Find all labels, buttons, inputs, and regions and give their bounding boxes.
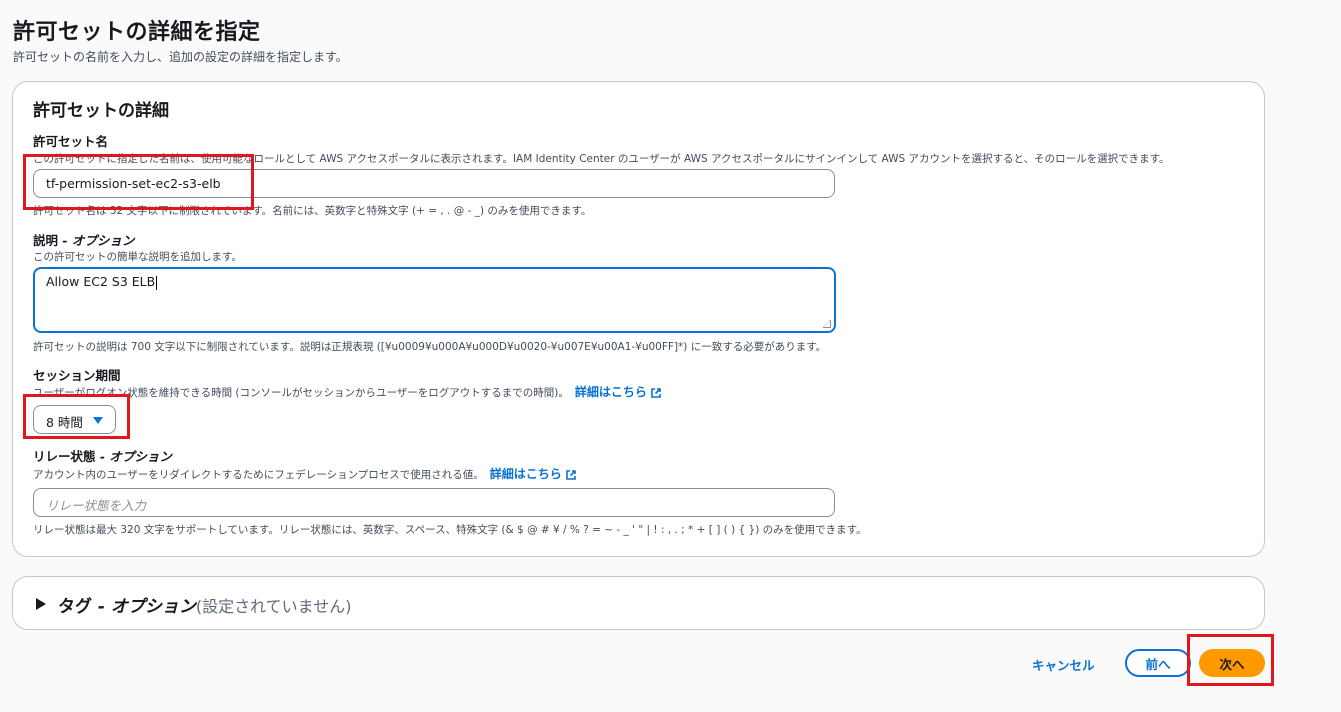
session-hint-row: ユーザーがログオン状態を維持できる時間 (コンソールがセッションからユーザーをロ… — [33, 383, 661, 400]
page-subtitle: 許可セットの名前を入力し、追加の設定の詳細を指定します。 — [13, 50, 348, 64]
relay-learn-more-link[interactable]: 詳細はこちら — [490, 467, 576, 481]
external-link-icon — [651, 387, 661, 398]
relay-label: リレー状態 - オプション — [33, 446, 172, 465]
permission-set-details-card: 許可セットの詳細 許可セット名 この許可セットに指定した名前は、使用可能なロール… — [12, 81, 1265, 557]
relay-constraint: リレー状態は最大 320 文字をサポートしています。リレー状態には、英数字、スペ… — [33, 524, 867, 536]
tags-section[interactable]: タグ - オプション(設定されていません) — [12, 576, 1265, 630]
relay-hint-row: アカウント内のユーザーをリダイレクトするためにフェデレーションプロセスで使用され… — [33, 465, 576, 482]
session-learn-more-text: 詳細はこちら — [574, 385, 647, 399]
caret-down-icon — [93, 417, 103, 424]
description-constraint: 許可セットの説明は 700 文字以下に制限されています。説明は正規表現 ([¥u… — [33, 341, 827, 353]
name-description: この許可セットに指定した名前は、使用可能なロールとして AWS アクセスポータル… — [33, 153, 1170, 165]
tags-status: (設定されていません) — [195, 597, 352, 616]
name-label: 許可セット名 — [33, 134, 109, 149]
page-title: 許可セットの詳細を指定 — [13, 20, 261, 45]
description-label: 説明 - オプション — [33, 230, 134, 249]
description-hint: この許可セットの簡単な説明を追加します。 — [33, 251, 242, 263]
relay-hint: アカウント内のユーザーをリダイレクトするためにフェデレーションプロセスで使用され… — [33, 469, 484, 481]
card-title: 許可セットの詳細 — [33, 101, 169, 121]
resize-handle-icon[interactable] — [823, 320, 831, 328]
tags-optional-label: - オプション — [92, 597, 196, 617]
description-textarea[interactable]: Allow EC2 S3 ELB — [33, 267, 836, 333]
permission-set-name-input[interactable]: tf-permission-set-ec2-s3-elb — [33, 169, 835, 198]
description-value: Allow EC2 S3 ELB — [46, 274, 156, 289]
session-duration-value: 8 時間 — [46, 415, 83, 430]
next-button[interactable]: 次へ — [1199, 649, 1265, 677]
tags-title: タグ — [58, 597, 92, 617]
relay-learn-more-text: 詳細はこちら — [489, 467, 562, 481]
description-label-text: 説明 — [33, 233, 59, 248]
previous-button[interactable]: 前へ — [1125, 649, 1191, 677]
cancel-button[interactable]: キャンセル — [1032, 655, 1095, 674]
session-duration-select[interactable]: 8 時間 — [33, 405, 116, 434]
relay-state-input[interactable]: リレー状態を入力 — [33, 488, 835, 517]
relay-label-text: リレー状態 — [33, 449, 96, 464]
session-learn-more-link[interactable]: 詳細はこちら — [575, 385, 661, 399]
tags-heading: タグ - オプション(設定されていません) — [58, 592, 351, 617]
session-label: セッション期間 — [33, 368, 121, 383]
relay-optional-label: - オプション — [95, 449, 172, 464]
expand-triangle-icon — [36, 598, 46, 610]
external-link-icon — [565, 469, 576, 480]
text-caret — [156, 275, 158, 290]
session-hint: ユーザーがログオン状態を維持できる時間 (コンソールがセッションからユーザーをロ… — [33, 387, 569, 399]
description-optional-label: - オプション — [58, 233, 135, 248]
name-constraint: 許可セット名は 32 文字以下に制限されています。名前には、英数字と特殊文字 (… — [33, 205, 592, 217]
